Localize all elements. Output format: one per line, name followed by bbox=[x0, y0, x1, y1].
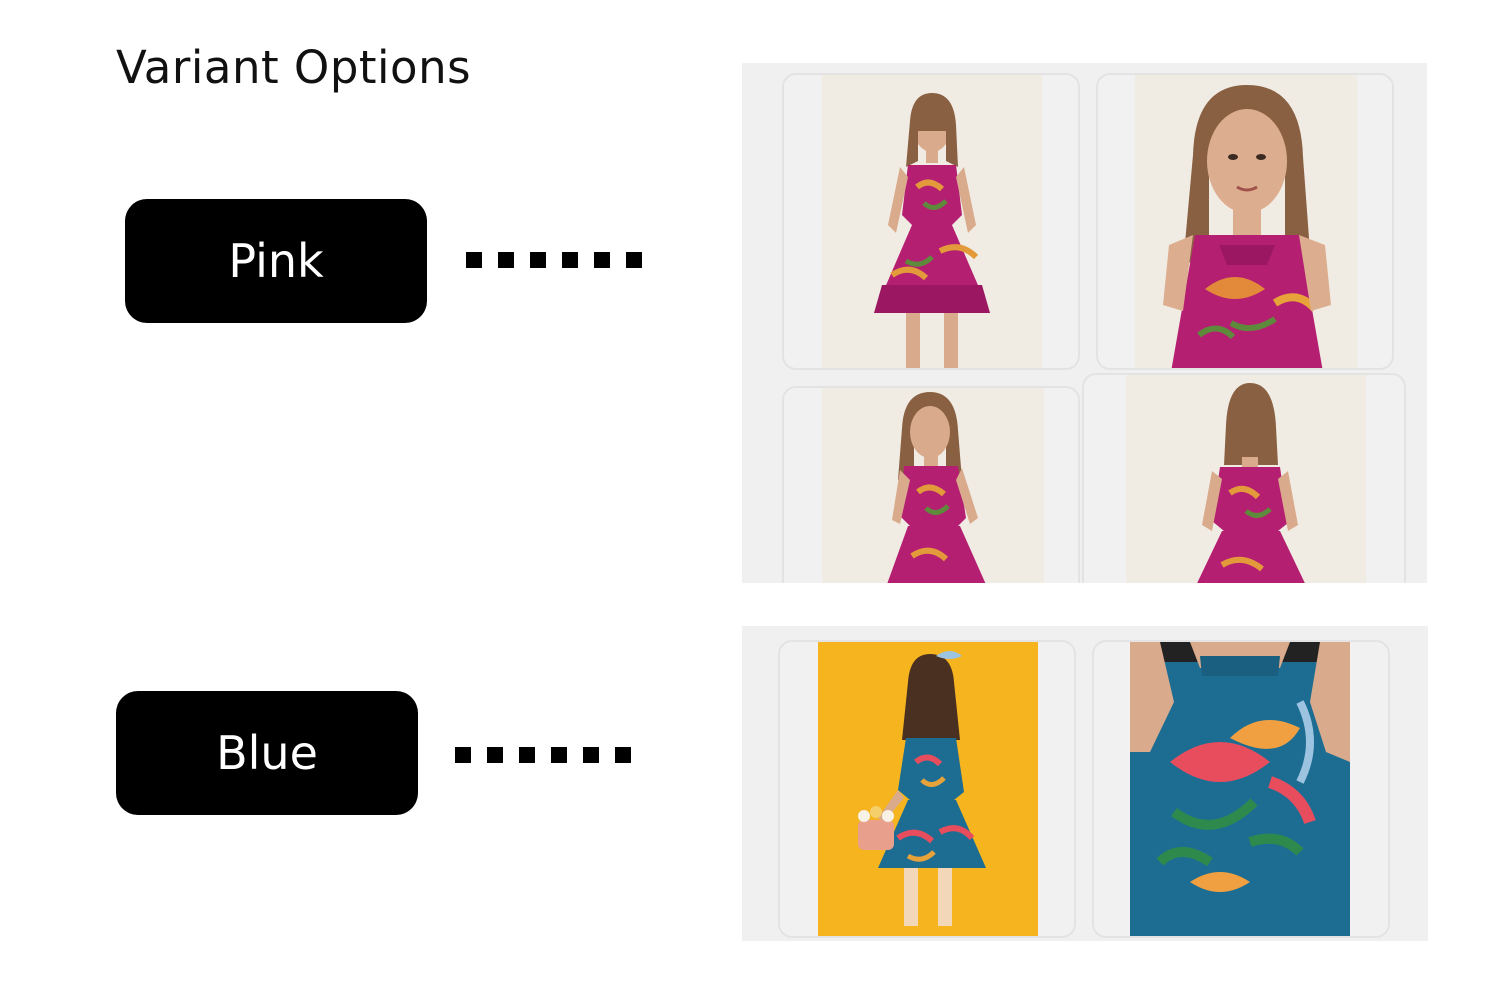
pink-photo-front-closeup[interactable] bbox=[1096, 73, 1394, 370]
pink-variant-gallery bbox=[742, 63, 1427, 583]
variant-label-blue: Blue bbox=[216, 726, 318, 780]
dress-photo-image bbox=[822, 388, 1044, 583]
dotted-line-icon bbox=[466, 252, 642, 268]
variant-label-pink: Pink bbox=[228, 234, 324, 288]
pink-photo-front-full[interactable] bbox=[782, 73, 1080, 370]
dress-photo-image bbox=[1135, 75, 1357, 368]
dress-photo-image bbox=[1126, 375, 1366, 583]
variant-button-blue[interactable]: Blue bbox=[116, 691, 418, 815]
page-title: Variant Options bbox=[116, 41, 472, 94]
blue-photo-back-view[interactable] bbox=[778, 640, 1076, 938]
pink-photo-side-view[interactable] bbox=[782, 386, 1080, 583]
dress-photo-image bbox=[822, 75, 1042, 368]
dress-photo-image bbox=[818, 642, 1038, 936]
dress-photo-image bbox=[1130, 642, 1350, 936]
variant-button-pink[interactable]: Pink bbox=[125, 199, 427, 323]
blue-variant-gallery bbox=[742, 626, 1428, 941]
dotted-line-icon bbox=[455, 747, 631, 763]
blue-photo-neckline-closeup[interactable] bbox=[1092, 640, 1390, 938]
pink-photo-back-view[interactable] bbox=[1082, 373, 1406, 583]
